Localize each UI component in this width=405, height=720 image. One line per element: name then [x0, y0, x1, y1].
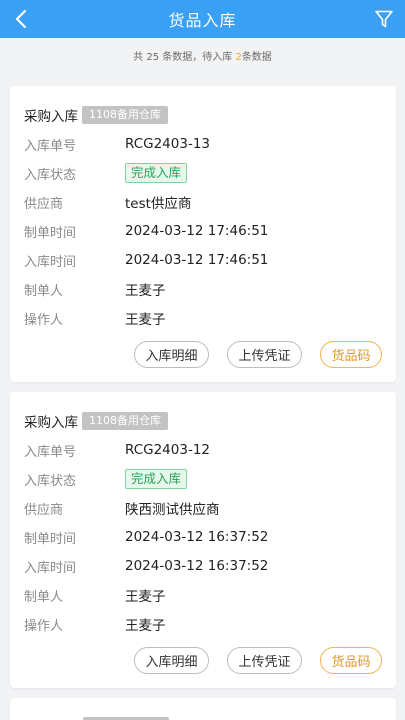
record-card[interactable]: 采购入库 1108备用仓库 入库单号 RCG2403-12 入库状态 完成入库 …: [10, 392, 396, 688]
status-row: 入库状态 完成入库: [24, 163, 188, 183]
stock-in-time-value: 2024-03-12 16:37:52: [125, 558, 269, 574]
record-type: 采购入库: [24, 109, 78, 125]
stock-in-time-value: 2024-03-12 17:46:51: [125, 252, 269, 268]
supplier-label: 供应商: [24, 196, 64, 212]
creator-row: 制单人 王麦子: [24, 279, 166, 299]
operator-row: 操作人 王麦子: [24, 308, 166, 328]
created-time-label: 制单时间: [24, 531, 77, 547]
status-badge: 完成入库: [125, 469, 188, 489]
status-label: 入库状态: [24, 473, 77, 489]
supplier-label: 供应商: [24, 502, 64, 518]
back-button[interactable]: [6, 4, 36, 34]
page-title: 货品入库: [168, 11, 237, 30]
order-no-label: 入库单号: [24, 138, 77, 154]
stock-in-time-label: 入库时间: [24, 560, 77, 576]
creator-label: 制单人: [24, 283, 64, 299]
creator-label: 制单人: [24, 589, 64, 605]
created-time-row: 制单时间 2024-03-12 17:46:51: [24, 221, 268, 241]
summary-prefix: 共 25 条数据，待入库: [133, 52, 236, 63]
record-type: 采购入库: [24, 415, 78, 431]
stock-in-time-label: 入库时间: [24, 254, 77, 270]
goods-code-button[interactable]: 货品码: [320, 341, 382, 368]
summary-text: 共 25 条数据，待入库 2条数据: [0, 48, 405, 63]
warehouse-tag: 1108备用仓库: [82, 106, 168, 124]
created-time-value: 2024-03-12 17:46:51: [125, 223, 269, 239]
stock-in-detail-button[interactable]: 入库明细: [134, 647, 209, 674]
stock-in-detail-button[interactable]: 入库明细: [134, 341, 209, 368]
record-card[interactable]: 采购入库 1108备用仓库 入库单号 RCG2403-13 入库状态 完成入库 …: [10, 86, 396, 382]
summary-suffix: 条数据: [241, 52, 272, 63]
warehouse-tag: 1108备用仓库: [82, 412, 168, 430]
operator-label: 操作人: [24, 618, 64, 634]
record-card[interactable]: [10, 698, 396, 720]
app-header: 货品入库: [0, 0, 405, 38]
chevron-left-icon: [15, 9, 27, 29]
filter-icon: [375, 10, 393, 28]
stock-in-time-row: 入库时间 2024-03-12 16:37:52: [24, 556, 268, 576]
stock-in-time-row: 入库时间 2024-03-12 17:46:51: [24, 250, 268, 270]
order-no-row: 入库单号 RCG2403-13: [24, 134, 210, 154]
upload-voucher-button[interactable]: 上传凭证: [227, 341, 302, 368]
upload-voucher-button[interactable]: 上传凭证: [227, 647, 302, 674]
status-label: 入库状态: [24, 167, 77, 183]
status-row: 入库状态 完成入库: [24, 469, 188, 489]
creator-value: 王麦子: [125, 589, 166, 605]
supplier-row: 供应商 陕西测试供应商: [24, 498, 220, 518]
card-header: 采购入库 1108备用仓库: [24, 105, 168, 125]
supplier-row: 供应商 test供应商: [24, 192, 191, 212]
creator-row: 制单人 王麦子: [24, 585, 166, 605]
operator-label: 操作人: [24, 312, 64, 328]
operator-value: 王麦子: [125, 618, 166, 634]
created-time-row: 制单时间 2024-03-12 16:37:52: [24, 527, 268, 547]
order-no-label: 入库单号: [24, 444, 77, 460]
supplier-value: 陕西测试供应商: [125, 502, 220, 518]
goods-code-button[interactable]: 货品码: [320, 647, 382, 674]
created-time-value: 2024-03-12 16:37:52: [125, 529, 269, 545]
operator-value: 王麦子: [125, 312, 166, 328]
order-no-value: RCG2403-12: [125, 442, 211, 458]
order-no-row: 入库单号 RCG2403-12: [24, 440, 210, 460]
created-time-label: 制单时间: [24, 225, 77, 241]
filter-button[interactable]: [369, 4, 399, 34]
order-no-value: RCG2403-13: [125, 136, 211, 152]
operator-row: 操作人 王麦子: [24, 614, 166, 634]
card-header: 采购入库 1108备用仓库: [24, 411, 168, 431]
supplier-value: test供应商: [125, 196, 192, 212]
status-badge: 完成入库: [125, 163, 188, 183]
creator-value: 王麦子: [125, 283, 166, 299]
